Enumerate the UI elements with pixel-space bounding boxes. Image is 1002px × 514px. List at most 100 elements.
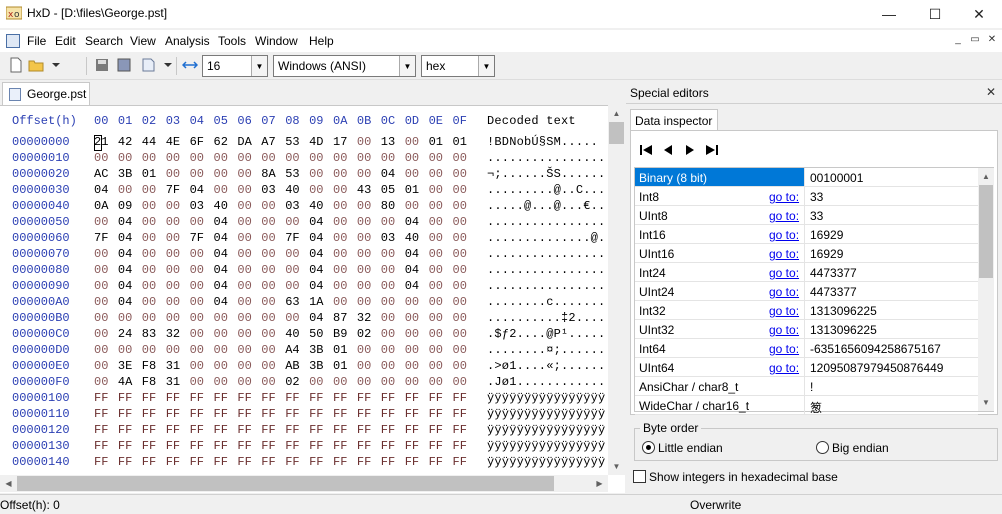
inspector-row[interactable]: UInt16 go to: 16929 bbox=[635, 244, 978, 263]
hex-byte[interactable]: 42 bbox=[118, 135, 138, 149]
hex-byte[interactable]: 00 bbox=[142, 295, 162, 309]
scroll-thumb[interactable] bbox=[17, 476, 554, 491]
inspector-row[interactable]: Int8 go to: 33 bbox=[635, 187, 978, 206]
decoded-text[interactable]: .....@...@...€... bbox=[487, 199, 613, 213]
inspector-value[interactable]: 4473377 bbox=[806, 282, 978, 300]
hex-byte[interactable]: 00 bbox=[381, 151, 401, 165]
hex-byte[interactable]: FF bbox=[381, 455, 401, 469]
hex-byte[interactable]: 00 bbox=[309, 375, 329, 389]
hex-byte[interactable]: FF bbox=[261, 455, 281, 469]
hex-byte[interactable]: 00 bbox=[237, 311, 257, 325]
hex-byte[interactable]: FF bbox=[357, 407, 377, 421]
hex-byte[interactable]: 03 bbox=[285, 199, 305, 213]
hex-byte[interactable]: 00 bbox=[453, 327, 473, 341]
decoded-text[interactable]: ................ bbox=[487, 151, 605, 165]
hex-byte[interactable]: 00 bbox=[285, 263, 305, 277]
new-file-icon[interactable] bbox=[8, 57, 24, 73]
hex-row[interactable]: 00000140 FF FF FF FF FF FF FF FF FF FF FF FF FF FF FF FF… bbox=[0, 455, 625, 471]
hex-byte[interactable]: FF bbox=[190, 407, 210, 421]
hex-byte[interactable]: 00 bbox=[261, 375, 281, 389]
decoded-text[interactable]: .........@..C... bbox=[487, 183, 605, 197]
goto-link[interactable]: go to: bbox=[769, 304, 799, 318]
hex-byte[interactable]: 00 bbox=[381, 215, 401, 229]
inspector-value[interactable]: 䈡 bbox=[806, 396, 978, 415]
hex-byte[interactable]: FF bbox=[309, 439, 329, 453]
hex-byte[interactable]: 00 bbox=[214, 375, 234, 389]
menu-view[interactable]: View bbox=[130, 34, 156, 48]
hex-byte[interactable]: 00 bbox=[429, 295, 449, 309]
hex-byte[interactable]: 00 bbox=[429, 167, 449, 181]
hex-byte[interactable]: 00 bbox=[453, 231, 473, 245]
hex-byte[interactable]: 00 bbox=[285, 151, 305, 165]
hex-byte[interactable]: FF bbox=[453, 455, 473, 469]
hex-byte[interactable]: 00 bbox=[357, 247, 377, 261]
chevron-down-icon[interactable]: ▼ bbox=[399, 56, 415, 76]
chevron-down-icon[interactable]: ▼ bbox=[251, 56, 267, 76]
hex-row[interactable]: 00000060 7F 04 00 00 7F 04 00 00 7F 04 00 00 03 40 00 00… bbox=[0, 231, 625, 247]
hex-byte[interactable]: FF bbox=[285, 423, 305, 437]
hex-byte[interactable]: FF bbox=[94, 439, 114, 453]
hex-byte[interactable]: 00 bbox=[381, 359, 401, 373]
hex-byte[interactable]: 00 bbox=[214, 151, 234, 165]
hex-byte[interactable]: 00 bbox=[357, 343, 377, 357]
inspector-row[interactable]: Int64 go to: -6351656094258675167 bbox=[635, 339, 978, 358]
hex-byte[interactable]: 00 bbox=[333, 167, 353, 181]
hex-byte[interactable]: FF bbox=[453, 423, 473, 437]
hex-byte[interactable]: 00 bbox=[166, 295, 186, 309]
hex-byte[interactable]: FF bbox=[237, 391, 257, 405]
hex-byte[interactable]: 00 bbox=[429, 183, 449, 197]
hex-byte[interactable]: 00 bbox=[381, 343, 401, 357]
hex-byte[interactable]: 00 bbox=[190, 375, 210, 389]
hex-byte[interactable]: 00 bbox=[453, 359, 473, 373]
hex-byte[interactable]: FF bbox=[285, 391, 305, 405]
inspector-value[interactable]: 4473377 bbox=[806, 263, 978, 281]
hex-byte[interactable]: 00 bbox=[333, 151, 353, 165]
goto-link[interactable]: go to: bbox=[769, 209, 799, 223]
hex-byte[interactable]: 00 bbox=[453, 263, 473, 277]
menu-analysis[interactable]: Analysis bbox=[165, 34, 210, 48]
hex-byte[interactable]: 04 bbox=[118, 231, 138, 245]
hex-byte[interactable]: 3B bbox=[309, 359, 329, 373]
hex-byte[interactable]: FF bbox=[166, 455, 186, 469]
next-icon[interactable] bbox=[681, 142, 699, 158]
hex-byte[interactable]: 80 bbox=[381, 199, 401, 213]
export-icon[interactable] bbox=[140, 57, 156, 73]
hex-byte[interactable]: 00 bbox=[237, 151, 257, 165]
hex-byte[interactable]: FF bbox=[166, 423, 186, 437]
hex-byte[interactable]: 00 bbox=[429, 231, 449, 245]
hex-byte[interactable]: 00 bbox=[142, 263, 162, 277]
hex-byte[interactable]: 00 bbox=[261, 247, 281, 261]
hex-byte[interactable]: 00 bbox=[166, 167, 186, 181]
hex-byte[interactable]: 04 bbox=[118, 247, 138, 261]
hex-byte[interactable]: 04 bbox=[309, 231, 329, 245]
hex-byte[interactable]: FF bbox=[357, 391, 377, 405]
hex-byte[interactable]: 00 bbox=[261, 215, 281, 229]
hex-byte[interactable]: 00 bbox=[405, 311, 425, 325]
hex-byte[interactable]: 04 bbox=[309, 311, 329, 325]
hex-byte[interactable]: 32 bbox=[166, 327, 186, 341]
hex-byte[interactable]: 00 bbox=[237, 231, 257, 245]
scroll-left-arrow-icon[interactable]: ◀ bbox=[0, 475, 17, 492]
hex-byte[interactable]: 00 bbox=[237, 279, 257, 293]
hex-byte[interactable]: FF bbox=[429, 407, 449, 421]
hex-byte[interactable]: FF bbox=[333, 423, 353, 437]
hex-byte[interactable]: FF bbox=[190, 391, 210, 405]
hex-row[interactable]: 00000020 AC 3B 01 00 00 00 00 8A 53 00 00 00 04 00 00 00… bbox=[0, 167, 625, 183]
inspector-value[interactable]: -6351656094258675167 bbox=[806, 339, 978, 357]
hex-byte[interactable]: 04 bbox=[214, 263, 234, 277]
hex-byte[interactable]: 04 bbox=[214, 247, 234, 261]
hex-byte[interactable]: FF bbox=[166, 407, 186, 421]
hex-byte[interactable]: FF bbox=[309, 455, 329, 469]
hex-byte[interactable]: 4D bbox=[309, 135, 329, 149]
hex-byte[interactable]: 00 bbox=[166, 199, 186, 213]
hex-byte[interactable]: 00 bbox=[453, 183, 473, 197]
hex-byte[interactable]: 00 bbox=[190, 167, 210, 181]
export-dropdown-icon[interactable] bbox=[160, 57, 176, 73]
hex-byte[interactable]: 3B bbox=[309, 343, 329, 357]
hex-byte[interactable]: FF bbox=[261, 391, 281, 405]
hex-row[interactable]: 00000080 00 04 00 00 00 04 00 00 00 04 00 00 00 04 00 00… bbox=[0, 263, 625, 279]
hex-byte[interactable]: 00 bbox=[429, 359, 449, 373]
inspector-row[interactable]: UInt64 go to: 12095087979450876449 bbox=[635, 358, 978, 377]
hex-byte[interactable]: 00 bbox=[357, 295, 377, 309]
hex-byte[interactable]: FF bbox=[166, 439, 186, 453]
